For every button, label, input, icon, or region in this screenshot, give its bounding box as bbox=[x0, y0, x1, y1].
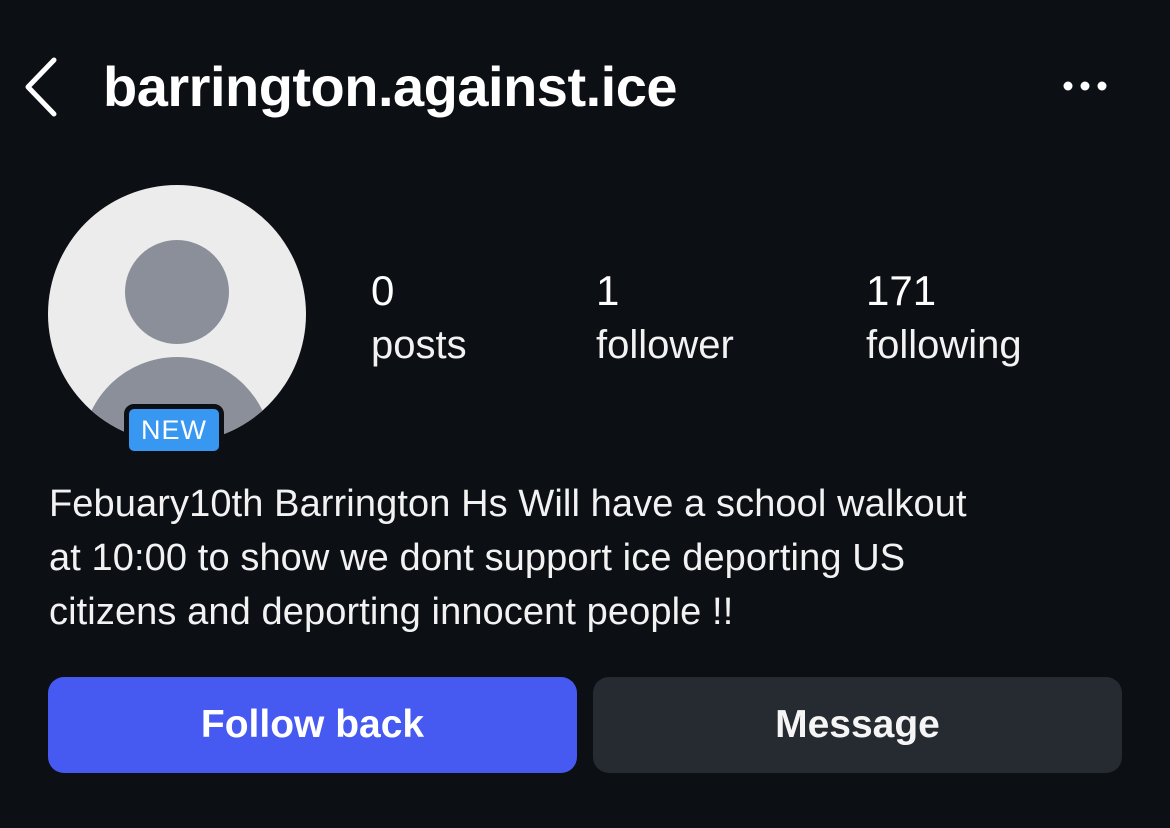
posts-label: posts bbox=[371, 323, 467, 367]
followers-label: follower bbox=[596, 323, 734, 367]
bio-line: at 10:00 to show we dont support ice dep… bbox=[49, 537, 906, 579]
stat-followers[interactable]: 1 follower bbox=[596, 266, 734, 370]
follow-back-button[interactable]: Follow back bbox=[48, 677, 577, 773]
profile-bio: Febuary10th Barrington Hs Will have a sc… bbox=[49, 477, 1129, 639]
following-label: following bbox=[866, 323, 1022, 367]
stat-posts[interactable]: 0 posts bbox=[371, 266, 467, 370]
message-button[interactable]: Message bbox=[593, 677, 1122, 773]
profile-header: barrington.against.ice bbox=[0, 0, 1170, 170]
more-horizontal-icon bbox=[1063, 81, 1107, 91]
profile-username: barrington.against.ice bbox=[103, 55, 678, 118]
more-options-button[interactable] bbox=[1052, 66, 1118, 106]
stat-following[interactable]: 171 following bbox=[866, 266, 1022, 370]
avatar[interactable]: NEW bbox=[48, 185, 306, 456]
new-badge: NEW bbox=[124, 404, 224, 456]
following-count: 171 bbox=[866, 267, 937, 314]
bio-line: citizens and deporting innocent people !… bbox=[49, 591, 734, 633]
chevron-left-icon bbox=[25, 57, 57, 117]
bio-line: Febuary10th Barrington Hs Will have a sc… bbox=[49, 483, 967, 525]
posts-count: 0 bbox=[371, 267, 395, 314]
followers-count: 1 bbox=[596, 267, 620, 314]
avatar-head-shape bbox=[125, 240, 229, 344]
back-button[interactable] bbox=[18, 52, 70, 122]
